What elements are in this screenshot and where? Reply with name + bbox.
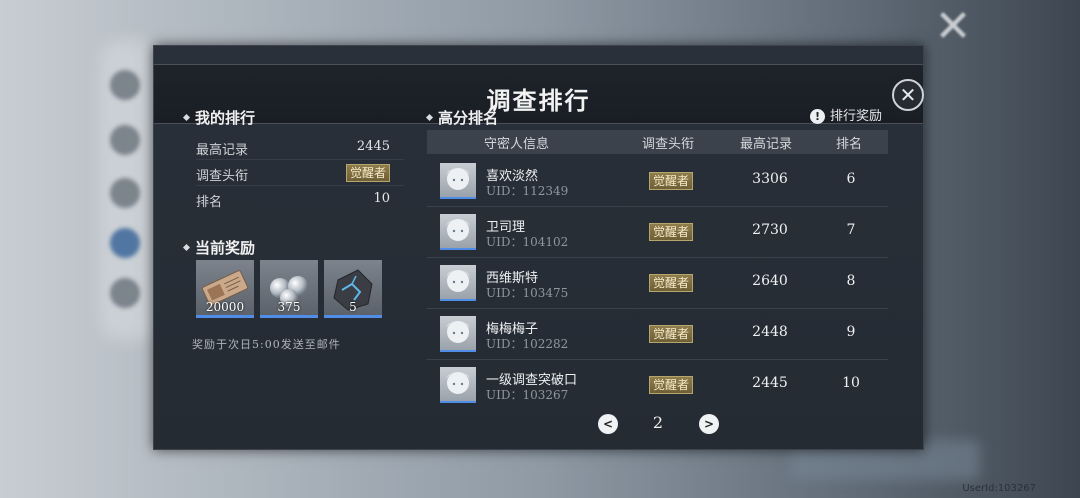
leaderboard-row[interactable]: 一级调查突破口 UID：103267 觉醒者 2445 10	[427, 360, 888, 411]
diamond-icon	[182, 243, 191, 251]
leaderboard-header: 守密人信息 调查头衔 最高记录 排名	[427, 130, 888, 154]
avatar	[440, 265, 476, 301]
background-icon	[110, 228, 140, 258]
player-uid: UID：103475	[486, 286, 569, 300]
player-score: 3306	[752, 171, 788, 187]
current-reward-heading-label: 当前奖励	[195, 239, 256, 257]
close-icon: ✕	[899, 83, 917, 107]
header-title: 调查头衔	[642, 137, 695, 152]
high-score-heading-label: 高分排名	[438, 109, 499, 127]
leaderboard-row[interactable]: 梅梅梅子 UID：102282 觉醒者 2448 9	[427, 309, 888, 360]
stat-value: 2445	[356, 139, 390, 154]
stat-row-best-record: 最高记录 2445	[196, 134, 404, 160]
title-badge: 觉醒者	[345, 164, 390, 182]
leaderboard-row[interactable]: 喜欢淡然 UID：112349 觉醒者 3306 6	[427, 156, 888, 207]
my-rank-heading: 我的排行	[182, 107, 256, 128]
chevron-left-icon: <	[602, 417, 614, 431]
stat-label: 最高记录	[196, 143, 249, 158]
player-score: 2445	[752, 375, 788, 391]
rank-reward-label: 排行奖励	[830, 109, 883, 124]
player-uid: UID：112349	[486, 184, 569, 198]
stat-row-title: 调查头衔 觉醒者	[196, 160, 404, 186]
title-badge: 觉醒者	[649, 274, 694, 292]
title-badge: 觉醒者	[649, 325, 694, 343]
reward-quantity: 20000	[205, 300, 245, 314]
player-rank: 6	[846, 171, 856, 187]
leaderboard-row[interactable]: 西维斯特 UID：103475 觉醒者 2640 8	[427, 258, 888, 309]
background-icon	[110, 278, 140, 308]
header-score: 最高记录	[740, 137, 793, 152]
my-rank-heading-label: 我的排行	[195, 109, 256, 127]
reward-item-ticket[interactable]: 20000	[196, 260, 254, 318]
background-icon	[110, 178, 140, 208]
reward-item-orb[interactable]: 375	[260, 260, 318, 318]
exclamation-icon: !	[810, 109, 825, 124]
close-button[interactable]: ✕	[892, 79, 924, 111]
chevron-right-icon: >	[703, 417, 715, 431]
header-rank: 排名	[836, 137, 863, 152]
player-score: 2448	[752, 324, 788, 340]
player-rank: 10	[842, 375, 860, 391]
next-page-button[interactable]: >	[699, 414, 719, 434]
background-close-icon: ✕	[934, 1, 972, 52]
title-badge: 觉醒者	[649, 172, 694, 190]
reward-quantity: 375	[277, 300, 301, 314]
player-uid: UID：104102	[486, 235, 569, 249]
diamond-icon	[425, 113, 434, 121]
title-badge: 觉醒者	[649, 223, 694, 241]
reward-note: 奖励于次日5:00发送至邮件	[192, 338, 341, 351]
reward-item-crystal-ore[interactable]: 5	[324, 260, 382, 318]
player-uid: UID：102282	[486, 337, 569, 351]
player-rank: 9	[846, 324, 856, 340]
player-rank: 8	[846, 273, 856, 289]
high-score-heading: 高分排名	[425, 107, 499, 128]
current-reward-heading: 当前奖励	[182, 237, 256, 258]
stat-row-rank: 排名 10	[196, 186, 404, 212]
header-player: 守密人信息	[484, 137, 550, 152]
diamond-icon	[182, 113, 191, 121]
user-id-watermark: UserId:103267	[962, 483, 1036, 494]
background-icon	[110, 125, 140, 155]
dialog-header: 调查排行 ✕	[154, 64, 924, 124]
stat-label: 调查头衔	[196, 169, 249, 184]
avatar	[440, 163, 476, 199]
title-badge: 觉醒者	[649, 376, 694, 394]
dialog-title: 调查排行	[486, 86, 591, 115]
stat-value: 10	[373, 191, 390, 206]
ranking-dialog: 调查排行 ✕ 我的排行 最高记录 2445 调查头衔 觉醒者 排名 10 当前奖…	[153, 45, 924, 450]
page-number: 2	[652, 413, 664, 432]
stat-value: 觉醒者	[345, 164, 390, 183]
player-score: 2640	[752, 273, 788, 289]
player-rank: 7	[846, 222, 856, 238]
prev-page-button[interactable]: <	[598, 414, 618, 434]
stat-label: 排名	[196, 195, 223, 210]
avatar	[440, 214, 476, 250]
avatar	[440, 367, 476, 403]
leaderboard-row[interactable]: 卫司理 UID：104102 觉醒者 2730 7	[427, 207, 888, 258]
player-uid: UID：103267	[486, 388, 569, 402]
rank-reward-link[interactable]: ! 排行奖励	[810, 105, 882, 124]
player-score: 2730	[752, 222, 788, 238]
avatar	[440, 316, 476, 352]
background-icon	[110, 70, 140, 100]
reward-quantity: 5	[349, 300, 357, 314]
